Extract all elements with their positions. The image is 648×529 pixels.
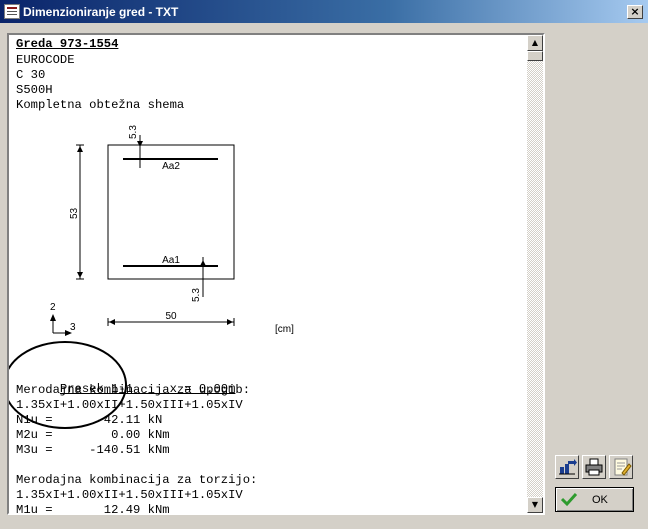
unit-label: [cm]: [275, 324, 294, 335]
report-icon: [4, 4, 20, 19]
width-label: 50: [165, 311, 177, 322]
axis-3-label: 3: [70, 322, 76, 333]
torsion-m1u: M1u = 12.49 kNm: [16, 503, 170, 513]
vertical-scrollbar[interactable]: ▲ ▼: [527, 35, 543, 513]
torsion-combination: 1.35xI+1.00xII+1.50xIII+1.05xIV: [16, 488, 243, 502]
height-label: 53: [69, 207, 80, 219]
top-cover-label: 5.3: [128, 125, 139, 139]
top-rebar-label: Aa2: [162, 161, 180, 172]
width-arrow-left: [109, 319, 115, 325]
ok-label: OK: [592, 494, 608, 506]
height-arrow-bottom: [77, 272, 83, 278]
torsion-title: Merodajna kombinacija za torzijo:: [16, 473, 258, 487]
bottom-cover-arrow: [200, 260, 206, 266]
ok-button[interactable]: OK: [555, 487, 634, 512]
axis-2-label: 2: [50, 302, 56, 313]
moment-m2u: M2u = 0.00 kNm: [16, 428, 170, 442]
scroll-up-button[interactable]: ▲: [527, 35, 543, 51]
close-button[interactable]: ×: [627, 5, 643, 19]
edit-notepad-icon: [614, 458, 632, 476]
top-cover-arrow: [137, 141, 143, 147]
moment-m3u: M3u = -140.51 kNm: [16, 443, 170, 457]
scroll-down-button[interactable]: ▼: [527, 497, 543, 513]
bending-title: Merodajna kombinacija za upogib:: [16, 383, 251, 397]
report-content: Greda 973-1554 EUROCODE C 30 S500H Kompl…: [9, 35, 527, 513]
green-check-icon: [561, 492, 577, 507]
bottom-rebar-label: Aa1: [162, 255, 180, 266]
edit-button[interactable]: [609, 455, 633, 479]
report-text-area[interactable]: Greda 973-1554 EUROCODE C 30 S500H Kompl…: [7, 33, 545, 515]
export-chart-icon: [559, 459, 577, 475]
axis-2-arrow: [50, 314, 56, 321]
height-arrow-top: [77, 146, 83, 152]
scroll-thumb[interactable]: [527, 51, 543, 61]
printer-icon: [585, 458, 603, 476]
export-button[interactable]: [555, 455, 579, 479]
title-bar[interactable]: Dimenzioniranje gred - TXT ×: [0, 0, 648, 23]
window-title: Dimenzioniranje gred - TXT: [23, 5, 179, 19]
print-button[interactable]: [582, 455, 606, 479]
width-arrow-right: [227, 319, 233, 325]
axial-force-n1u: N1u = -42.11 kN: [16, 413, 163, 427]
bottom-cover-label: 5.3: [191, 288, 202, 302]
bending-combination: 1.35xI+1.00xII+1.50xIII+1.05xIV: [16, 398, 243, 412]
